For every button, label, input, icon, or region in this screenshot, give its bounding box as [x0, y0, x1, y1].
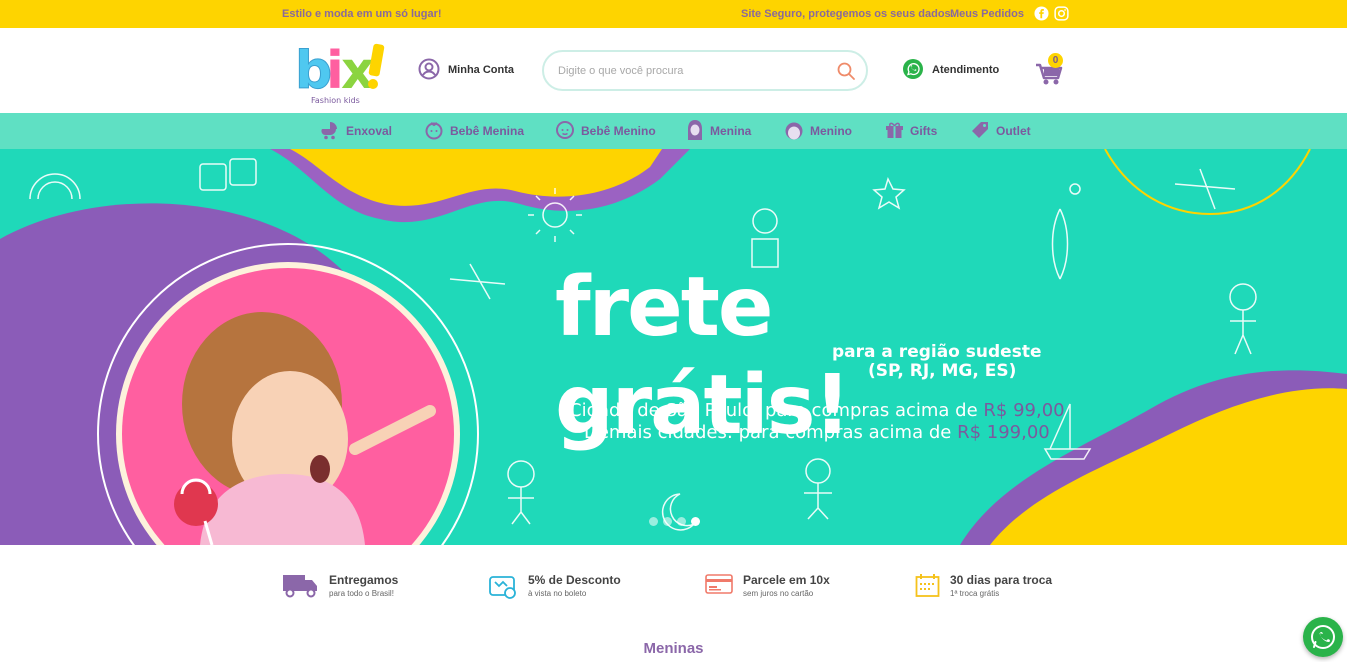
my-account-label: Minha Conta [448, 64, 514, 76]
support-label: Atendimento [932, 64, 1000, 76]
banner-subheadline: para a região sudeste [832, 342, 1042, 362]
cart-button[interactable]: 0 [1034, 53, 1066, 87]
category-nav: Enxoval Bebê Menina Bebê Menino Menina M… [0, 113, 1347, 149]
truck-icon [282, 573, 319, 603]
gift-icon [885, 120, 904, 142]
search-icon[interactable] [836, 61, 856, 81]
banner-other-condition: Demais cidades: para compras acima de R$… [584, 422, 1050, 443]
baby-girl-icon [424, 120, 444, 143]
tag-icon [970, 120, 990, 143]
whatsapp-float-button[interactable] [1303, 617, 1343, 657]
instagram-icon[interactable] [1054, 6, 1069, 21]
logo-subtitle: Fashion kids [311, 96, 360, 105]
hero-banner[interactable]: frete grátis! para a região sudeste (SP,… [0, 149, 1347, 545]
benefit-desc: para todo o Brasil! [329, 589, 394, 598]
my-account-link[interactable]: Minha Conta [418, 58, 514, 82]
nav-label: Bebê Menina [450, 124, 525, 138]
search-box [542, 50, 868, 91]
header: b i x Fashion kids Minha Conta Atendimen… [0, 28, 1347, 113]
secure-site-text: Site Seguro, protegemos os seus dados. [741, 8, 954, 20]
benefit-exchange: 30 dias para troca 1ª troca grátis [915, 573, 1052, 603]
nav-item-outlet[interactable]: Outlet [970, 119, 1031, 143]
benefit-discount: 5% de Desconto à vista no boleto [488, 573, 621, 603]
nav-item-enxoval[interactable]: Enxoval [320, 119, 392, 143]
whatsapp-icon [1311, 625, 1335, 649]
nav-item-bebe-menino[interactable]: Bebê Menino [555, 119, 656, 143]
calendar-icon [915, 573, 940, 603]
support-link[interactable]: Atendimento [902, 58, 999, 82]
other-condition-text: Demais cidades: para compras acima de [584, 422, 958, 443]
my-orders-link[interactable]: Meus Pedidos [950, 8, 1024, 20]
benefit-desc: 1ª troca grátis [950, 589, 1000, 598]
nav-label: Menino [810, 124, 852, 138]
nav-item-menina[interactable]: Menina [686, 119, 751, 143]
nav-item-menino[interactable]: Menino [784, 119, 852, 143]
top-bar: Estilo e moda em um só lugar! Site Segur… [0, 0, 1347, 28]
benefit-installments: Parcele em 10x sem juros no cartão [705, 573, 830, 603]
carousel-dot[interactable] [677, 517, 686, 526]
sp-condition-text: Cidade de São Paulo: para compras acima … [569, 400, 984, 421]
benefit-title: Parcele em 10x [743, 573, 830, 587]
banner-regions: (SP, RJ, MG, ES) [868, 361, 1017, 381]
carousel-dot[interactable] [663, 517, 672, 526]
nav-item-gifts[interactable]: Gifts [885, 119, 937, 143]
search-input[interactable] [558, 61, 828, 81]
user-icon [418, 58, 440, 83]
benefit-shipping: Entregamos para todo o Brasil! [282, 573, 398, 603]
banner-sp-condition: Cidade de São Paulo: para compras acima … [569, 400, 1065, 421]
nav-label: Menina [710, 124, 752, 138]
carousel-dot[interactable] [649, 517, 658, 526]
tagline: Estilo e moda em um só lugar! [282, 8, 442, 20]
nav-label: Bebê Menino [581, 124, 656, 138]
facebook-icon[interactable] [1034, 6, 1049, 21]
stroller-icon [320, 120, 340, 143]
nav-label: Enxoval [346, 124, 393, 138]
benefit-desc: sem juros no cartão [743, 589, 814, 598]
credit-card-icon [705, 573, 733, 600]
nav-item-bebe-menina[interactable]: Bebê Menina [424, 119, 524, 143]
baby-boy-icon [555, 120, 575, 143]
carousel-dot-active[interactable] [691, 517, 700, 526]
discount-icon [488, 573, 518, 606]
benefits-bar: Entregamos para todo o Brasil! 5% de Des… [0, 545, 1347, 625]
nav-label: Gifts [910, 124, 938, 138]
benefit-title: 5% de Desconto [528, 573, 621, 587]
benefit-title: Entregamos [329, 573, 399, 587]
girl-icon [686, 119, 704, 144]
carousel-dots [649, 517, 700, 526]
whatsapp-icon [902, 58, 924, 83]
benefit-desc: à vista no boleto [528, 589, 587, 598]
cart-count-badge: 0 [1048, 53, 1063, 68]
other-price: R$ 199,00 [957, 422, 1050, 443]
sp-price: R$ 99,00 [983, 400, 1065, 421]
boy-icon [784, 119, 804, 144]
section-title: Meninas [643, 640, 704, 657]
bix-logo[interactable]: b i x Fashion kids [292, 36, 387, 106]
nav-label: Outlet [996, 124, 1031, 138]
benefit-title: 30 dias para troca [950, 573, 1053, 587]
